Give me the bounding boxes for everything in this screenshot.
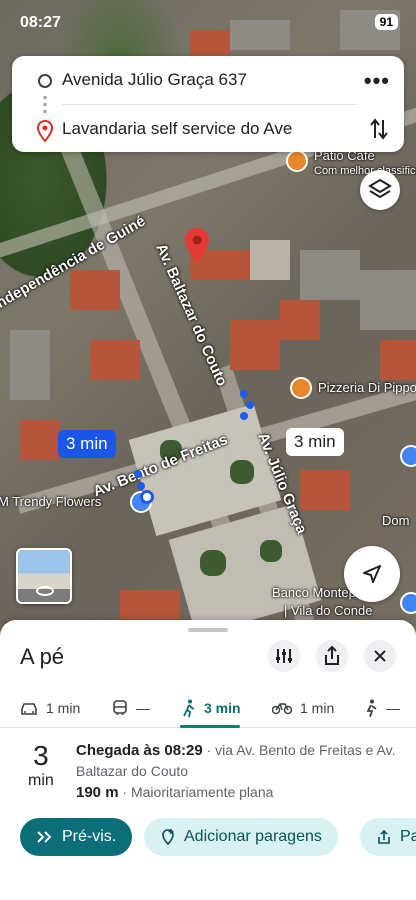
restaurant-icon[interactable] xyxy=(290,377,312,399)
route-details[interactable]: Chegada às 08:29 · via Av. Bento de Frei… xyxy=(76,740,396,803)
route-dot xyxy=(240,390,248,398)
arrival-time: Chegada às 08:29 xyxy=(76,742,203,759)
tab-bike[interactable]: 1 min xyxy=(272,694,334,722)
divider xyxy=(62,104,356,105)
map-building xyxy=(70,270,120,310)
route-terrain: · Maioritariamente plana xyxy=(118,784,274,800)
directions-card: Avenida Júlio Graça 637 Lavandaria self … xyxy=(12,56,404,152)
add-stop-icon xyxy=(162,829,174,846)
bike-icon xyxy=(272,703,292,715)
cafe-icon[interactable] xyxy=(286,150,308,172)
bank-icon[interactable] xyxy=(400,592,416,614)
tab-car-label: 1 min xyxy=(46,700,81,716)
eta-summary: 3 min xyxy=(28,740,54,790)
transit-icon xyxy=(113,700,127,716)
navigate-button[interactable] xyxy=(344,546,400,602)
tab-car[interactable]: 1 min xyxy=(20,694,80,722)
preview-arrows-icon xyxy=(37,831,52,843)
add-stops-label: Adicionar paragens xyxy=(184,828,322,845)
map-building xyxy=(90,340,140,380)
map-building xyxy=(120,590,180,620)
route-options-button[interactable] xyxy=(268,640,300,672)
car-icon xyxy=(21,703,37,715)
map-building xyxy=(300,470,350,510)
close-icon xyxy=(374,650,386,662)
destination-field[interactable]: Lavandaria self service do Ave xyxy=(62,119,292,139)
street-view-thumbnail[interactable] xyxy=(16,548,72,604)
tab-rideshare[interactable]: — xyxy=(364,694,400,722)
more-options-icon[interactable]: ••• xyxy=(364,68,390,94)
battery-icon: 91 xyxy=(374,14,398,30)
share-route-button[interactable]: Pa xyxy=(360,818,416,856)
origin-marker xyxy=(140,490,154,504)
close-button[interactable] xyxy=(364,640,396,672)
tab-bike-label: 1 min xyxy=(300,700,335,716)
tab-transit-label: — xyxy=(136,700,150,716)
share-icon xyxy=(325,645,339,665)
map-building xyxy=(250,240,290,280)
layers-icon xyxy=(368,178,392,199)
eta-unit: min xyxy=(28,772,54,789)
active-tab-indicator xyxy=(180,725,240,728)
map-building xyxy=(20,420,60,460)
preview-label: Pré-vis. xyxy=(62,828,117,845)
tab-walk-label: 3 min xyxy=(204,700,241,716)
drag-handle[interactable] xyxy=(188,628,228,632)
destination-pin-icon xyxy=(36,120,54,142)
poi-label[interactable]: M Trendy Flowers xyxy=(0,494,101,509)
origin-field[interactable]: Avenida Júlio Graça 637 xyxy=(62,70,247,90)
eta-value: 3 xyxy=(33,740,49,771)
share-button[interactable] xyxy=(316,640,348,672)
shop-icon[interactable] xyxy=(400,445,416,467)
map-tree xyxy=(200,550,226,576)
route-time-badge[interactable]: 3 min xyxy=(286,428,344,456)
map-tree xyxy=(260,540,282,562)
share-route-label: Pa xyxy=(400,828,416,845)
poi-label[interactable]: Pizzeria Di Pippo xyxy=(318,380,416,395)
directions-sheet: A pé 1 min — 3 min 1 min — 3 min Chegada… xyxy=(0,620,416,900)
route-time-badge[interactable]: 3 min xyxy=(58,430,116,458)
preview-button[interactable]: Pré-vis. xyxy=(20,818,133,856)
route-dot xyxy=(134,470,142,478)
sliders-icon xyxy=(276,649,292,663)
poi-label: | Vila do Conde xyxy=(284,603,373,618)
map-building xyxy=(230,320,280,370)
map-building xyxy=(380,340,416,380)
route-dot xyxy=(246,401,254,409)
destination-pin-icon[interactable] xyxy=(184,228,210,262)
map-building xyxy=(300,250,360,300)
route-dots-icon xyxy=(43,94,47,116)
action-chips: Pré-vis. Adicionar paragens Pa xyxy=(20,818,416,856)
rideshare-icon xyxy=(366,699,377,717)
map-building xyxy=(10,330,50,400)
sheet-title: A pé xyxy=(20,644,65,669)
walk-icon xyxy=(183,699,195,717)
navigation-arrow-icon xyxy=(363,565,381,583)
status-time: 08:27 xyxy=(20,14,61,31)
map-building xyxy=(360,270,416,330)
swap-icon[interactable] xyxy=(368,116,390,142)
tab-walk[interactable]: 3 min xyxy=(182,694,241,722)
tab-transit[interactable]: — xyxy=(112,694,150,722)
route-distance: 190 m xyxy=(76,784,119,801)
add-stops-button[interactable]: Adicionar paragens xyxy=(144,818,338,856)
travel-mode-tabs: 1 min — 3 min 1 min — xyxy=(0,688,416,728)
rotate-360-icon xyxy=(36,586,54,596)
tab-rideshare-label: — xyxy=(386,700,400,716)
layers-button[interactable] xyxy=(360,170,400,210)
origin-circle-icon xyxy=(38,74,52,88)
share-icon xyxy=(378,829,390,844)
route-dot xyxy=(137,482,145,490)
status-bar: 08:27 91 xyxy=(0,0,416,48)
map-tree xyxy=(230,460,254,484)
route-dot xyxy=(240,412,248,420)
poi-label[interactable]: Dom xyxy=(382,513,409,528)
map-building xyxy=(280,300,320,340)
